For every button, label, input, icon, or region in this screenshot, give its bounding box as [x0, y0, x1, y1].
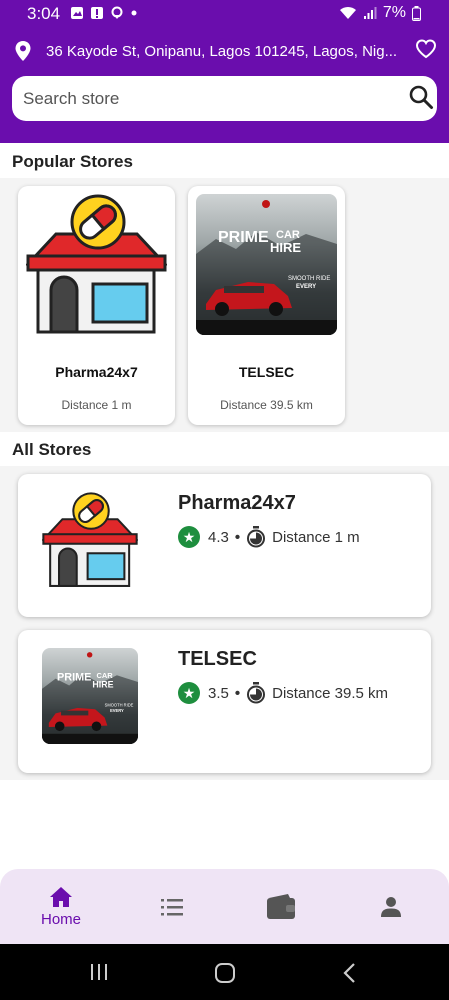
list-icon [161, 899, 183, 916]
poster-tagline-2: EVERY [110, 708, 124, 713]
back-icon[interactable] [342, 962, 356, 984]
person-icon [381, 897, 401, 917]
wallet-icon [267, 894, 295, 919]
nav-profile[interactable] [335, 869, 447, 944]
popular-store-card[interactable]: PRIME CAR HIRE SMOOTH RIDE EVERY TELSEC … [188, 186, 345, 425]
poster-word-hire: HIRE [92, 679, 113, 689]
app-header: 3:04 7% 36 Kayode St, Onipanu, Lagos 101… [0, 0, 449, 143]
store-name: Pharma24x7 [55, 364, 138, 380]
poster-tagline: SMOOTH RIDE [105, 703, 134, 708]
poster-word-prime: PRIME [57, 672, 91, 684]
store-rating: 3.5 [208, 684, 229, 702]
pharmacy-store-icon [41, 492, 139, 588]
store-distance: Distance 39.5 km [220, 398, 313, 412]
poster-tagline: SMOOTH RIDE [288, 276, 330, 282]
store-name: TELSEC [178, 648, 257, 670]
store-meta: ★ 3.5 • Distance 39.5 km [178, 682, 388, 704]
all-stores-heading: All Stores [12, 440, 92, 459]
image-notification-icon [71, 7, 83, 19]
recent-apps-icon[interactable] [89, 963, 109, 981]
timer-icon [247, 526, 266, 548]
battery-percent: 7% [382, 4, 406, 21]
alert-notification-icon [91, 7, 103, 19]
battery-icon [412, 5, 421, 21]
wifi-icon [339, 6, 356, 19]
star-rating-icon: ★ [178, 682, 200, 704]
delivery-address[interactable]: 36 Kayode St, Onipanu, Lagos 101245, Lag… [46, 43, 406, 60]
location-notification-icon [111, 6, 123, 19]
dot-icon [131, 10, 137, 16]
poster-tagline-2: EVERY [296, 284, 316, 290]
signal-icon [363, 7, 377, 19]
search-input[interactable] [23, 87, 383, 111]
star-rating-icon: ★ [178, 526, 200, 548]
system-navigation-bar [0, 944, 449, 1000]
search-bar[interactable] [12, 76, 437, 121]
nav-wallet[interactable] [225, 869, 337, 944]
pharmacy-store-icon [24, 194, 169, 335]
store-distance: Distance 39.5 km [272, 684, 389, 702]
store-name: Pharma24x7 [178, 492, 296, 514]
car-hire-poster-image: PRIME CAR HIRE SMOOTH RIDE EVERY [196, 194, 337, 335]
car-hire-poster-image: PRIME CAR HIRE SMOOTH RIDE EVERY [42, 648, 138, 744]
timer-icon [247, 682, 266, 704]
store-name: TELSEC [238, 364, 295, 380]
store-distance: Distance 1 m [61, 398, 132, 412]
favorites-heart-icon[interactable] [415, 39, 437, 59]
home-system-icon[interactable] [214, 962, 236, 984]
store-distance: Distance 1 m [272, 528, 360, 546]
store-rating: 4.3 [208, 528, 229, 546]
poster-word-prime: PRIME [218, 229, 269, 246]
nav-home-label: Home [40, 911, 81, 928]
location-pin-icon [15, 41, 31, 61]
nav-orders[interactable] [116, 869, 228, 944]
popular-store-card[interactable]: Pharma24x7 Distance 1 m [18, 186, 175, 425]
delivery-address-bar[interactable]: 36 Kayode St, Onipanu, Lagos 101245, Lag… [0, 36, 449, 66]
popular-stores-heading: Popular Stores [12, 152, 133, 171]
nav-home[interactable]: Home [5, 869, 117, 944]
poster-word-car: CAR [96, 671, 113, 680]
bottom-navigation: Home [0, 869, 449, 944]
store-list-item[interactable]: PRIME CAR HIRE SMOOTH RIDE EVERY TELSEC … [18, 630, 431, 773]
home-icon [50, 887, 72, 907]
status-time: 3:04 [27, 4, 61, 23]
store-meta: ★ 4.3 • Distance 1 m [178, 526, 360, 548]
store-list-item[interactable]: Pharma24x7 ★ 4.3 • Distance 1 m [18, 474, 431, 617]
poster-word-hire: HIRE [270, 240, 301, 255]
status-bar: 3:04 7% [0, 0, 449, 28]
search-icon[interactable] [408, 84, 434, 110]
